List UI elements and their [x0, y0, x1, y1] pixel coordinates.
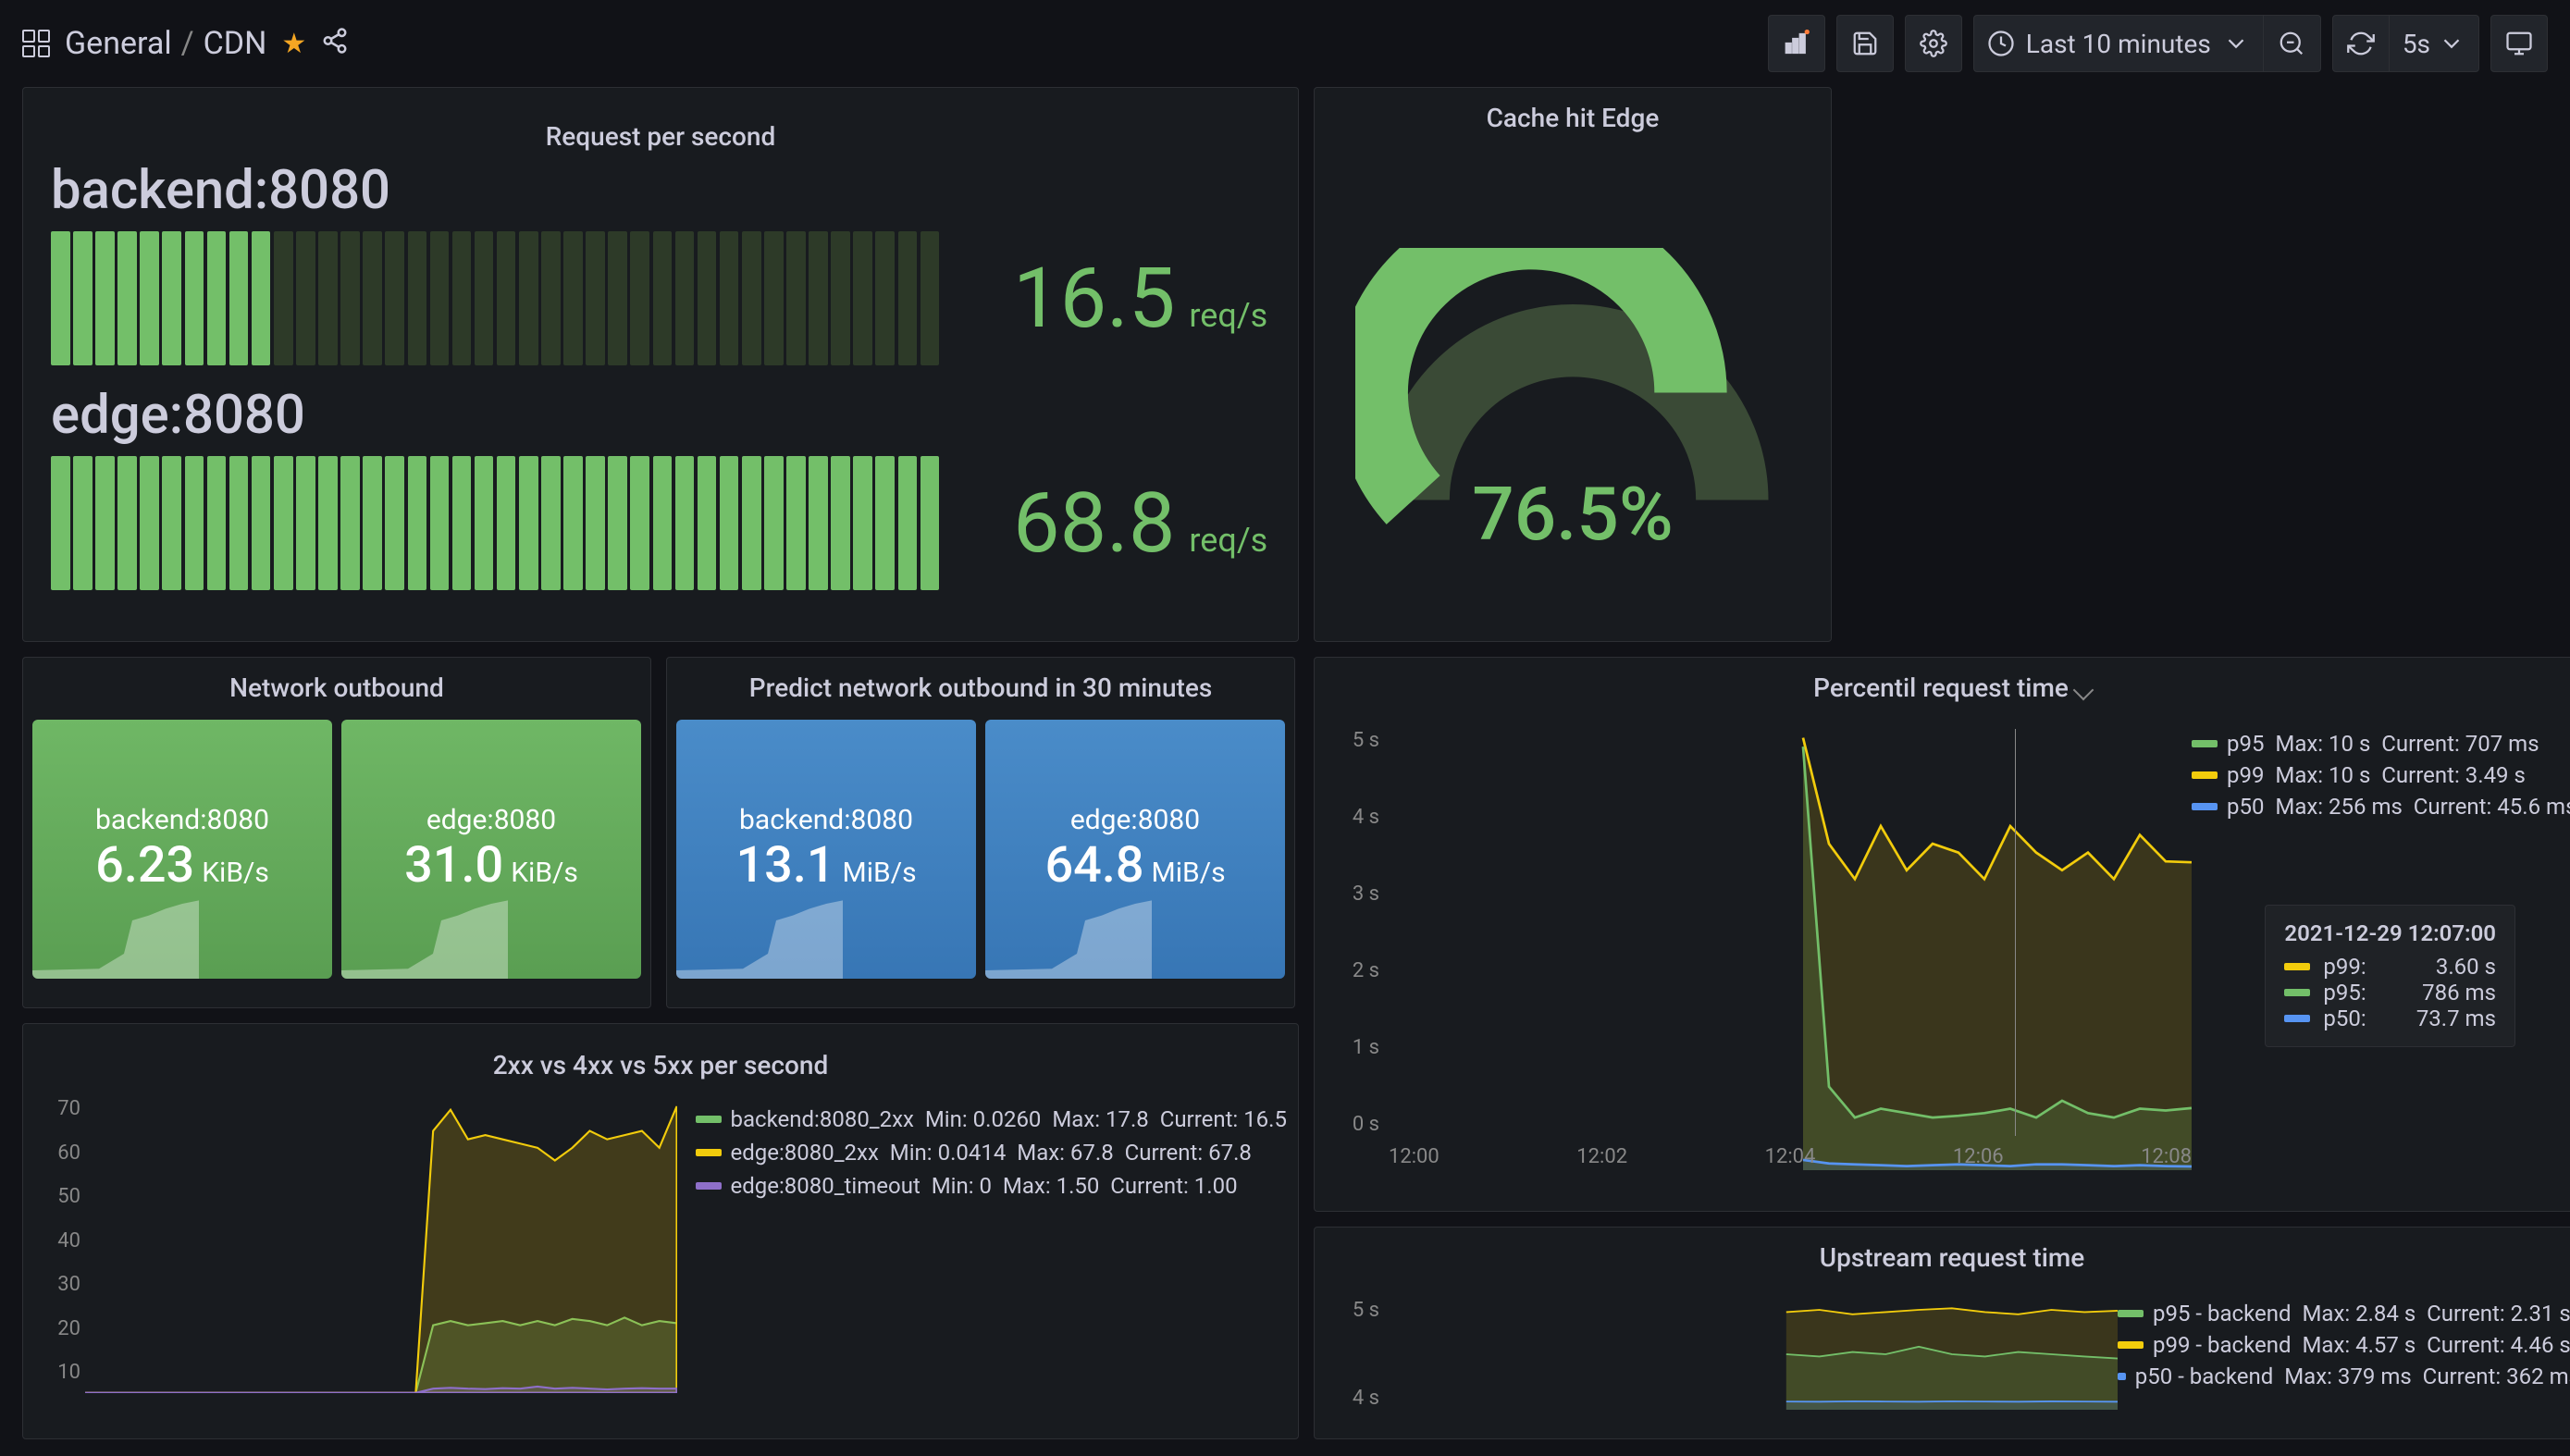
stat-unit: MiB/s	[843, 857, 917, 889]
panel-percentile-request-time[interactable]: Percentil request time 5 s4 s3 s2 s1 s0 …	[1314, 657, 2570, 1212]
refresh-button[interactable]	[2332, 15, 2390, 72]
breadcrumb-sep: /	[181, 25, 194, 62]
stat-name: edge:8080	[426, 804, 556, 836]
legend-item[interactable]: p95 - backend Max: 2.84 s Current: 2.31 …	[2118, 1301, 2570, 1326]
stat-value: 64.8	[1044, 836, 1143, 895]
rps-unit: req/s	[1180, 521, 1267, 560]
stat-value: 6.23	[95, 836, 194, 895]
gauge-value: 76.5%	[1472, 471, 1674, 558]
time-range-button[interactable]: Last 10 minutes	[1973, 15, 2264, 72]
legend-item[interactable]: backend:8080_2xx Min: 0.0260 Max: 17.8 C…	[696, 1106, 1288, 1132]
stat-name: backend:8080	[95, 804, 269, 836]
chart-tooltip: 2021-12-29 12:07:00 p99:3.60 sp95:786 ms…	[2265, 905, 2515, 1047]
legend-item[interactable]: edge:8080_timeout Min: 0 Max: 1.50 Curre…	[696, 1173, 1288, 1199]
tv-mode-button[interactable]	[2490, 15, 2548, 72]
legend-item[interactable]: p50 - backend Max: 379 ms Current: 362 m…	[2118, 1363, 2570, 1389]
time-range-label: Last 10 minutes	[2026, 29, 2211, 59]
panel-title: Request per second	[51, 106, 1270, 159]
breadcrumb-folder[interactable]: General	[65, 25, 172, 62]
panel-title: Percentil request time	[1315, 658, 2570, 710]
rps-value: 16.5	[1013, 250, 1175, 347]
zoom-out-button[interactable]	[2264, 15, 2321, 72]
legend-item[interactable]: p50 Max: 256 ms Current: 45.6 ms	[2192, 794, 2570, 820]
panel-predict-network-outbound[interactable]: Predict network outbound in 30 minutes b…	[666, 657, 1295, 1008]
bar-gauge	[51, 456, 939, 590]
stat-tile: backend:8080 6.23 KiB/s	[32, 720, 332, 979]
refresh-interval-button[interactable]: 5s	[2390, 15, 2479, 72]
panel-status-codes[interactable]: 2xx vs 4xx vs 5xx per second 70605040302…	[22, 1023, 1299, 1439]
tooltip-time: 2021-12-29 12:07:00	[2284, 920, 2496, 946]
stat-value: 13.1	[735, 836, 834, 895]
stat-unit: MiB/s	[1152, 857, 1226, 889]
breadcrumb: General / CDN	[65, 25, 266, 62]
apps-icon[interactable]	[22, 30, 50, 57]
settings-button[interactable]	[1905, 15, 1962, 72]
refresh-interval-label: 5s	[2403, 29, 2430, 59]
panel-title: Predict network outbound in 30 minutes	[667, 658, 1294, 710]
panel-request-per-second[interactable]: Request per second backend:8080 16.5 req…	[22, 87, 1299, 642]
save-button[interactable]	[1836, 15, 1894, 72]
chevron-down-icon	[2438, 30, 2465, 57]
legend-item[interactable]: p99 - backend Max: 4.57 s Current: 4.46 …	[2118, 1332, 2570, 1358]
legend-item[interactable]: p99 Max: 10 s Current: 3.49 s	[2192, 762, 2570, 788]
panel-upstream-request-time[interactable]: Upstream request time 5 s4 s p95 - backe…	[1314, 1227, 2570, 1439]
stat-name: backend:8080	[739, 804, 913, 836]
chevron-down-icon	[2222, 30, 2250, 57]
bar-gauge	[51, 231, 939, 365]
panel-title: 2xx vs 4xx vs 5xx per second	[34, 1035, 1287, 1088]
share-icon[interactable]	[321, 27, 349, 61]
legend-item[interactable]: edge:8080_2xx Min: 0.0414 Max: 67.8 Curr…	[696, 1140, 1288, 1166]
stat-tile: backend:8080 13.1 MiB/s	[676, 720, 976, 979]
panel-cache-hit-edge[interactable]: Cache hit Edge 76.5%	[1314, 87, 1832, 642]
stat-tile: edge:8080 64.8 MiB/s	[985, 720, 1285, 979]
stat-unit: KiB/s	[202, 857, 269, 889]
panel-title: Cache hit Edge	[1487, 88, 1660, 141]
legend-item[interactable]: p95 Max: 10 s Current: 707 ms	[2192, 731, 2570, 757]
add-panel-button[interactable]	[1768, 15, 1825, 72]
rps-value: 68.8	[1013, 475, 1175, 572]
rps-series-label: edge:8080	[51, 384, 1270, 447]
chevron-down-icon	[2073, 679, 2094, 700]
panel-title: Network outbound	[23, 658, 650, 710]
rps-series-label: backend:8080	[51, 159, 1270, 222]
stat-name: edge:8080	[1070, 804, 1200, 836]
stat-tile: edge:8080 31.0 KiB/s	[341, 720, 641, 979]
stat-value: 31.0	[404, 836, 503, 895]
rps-unit: req/s	[1180, 296, 1267, 335]
panel-network-outbound[interactable]: Network outbound backend:8080 6.23 KiB/s…	[22, 657, 651, 1008]
stat-unit: KiB/s	[511, 857, 578, 889]
star-icon[interactable]: ★	[281, 28, 306, 60]
breadcrumb-dashboard[interactable]: CDN	[204, 25, 267, 62]
panel-title: Upstream request time	[1315, 1228, 2570, 1280]
